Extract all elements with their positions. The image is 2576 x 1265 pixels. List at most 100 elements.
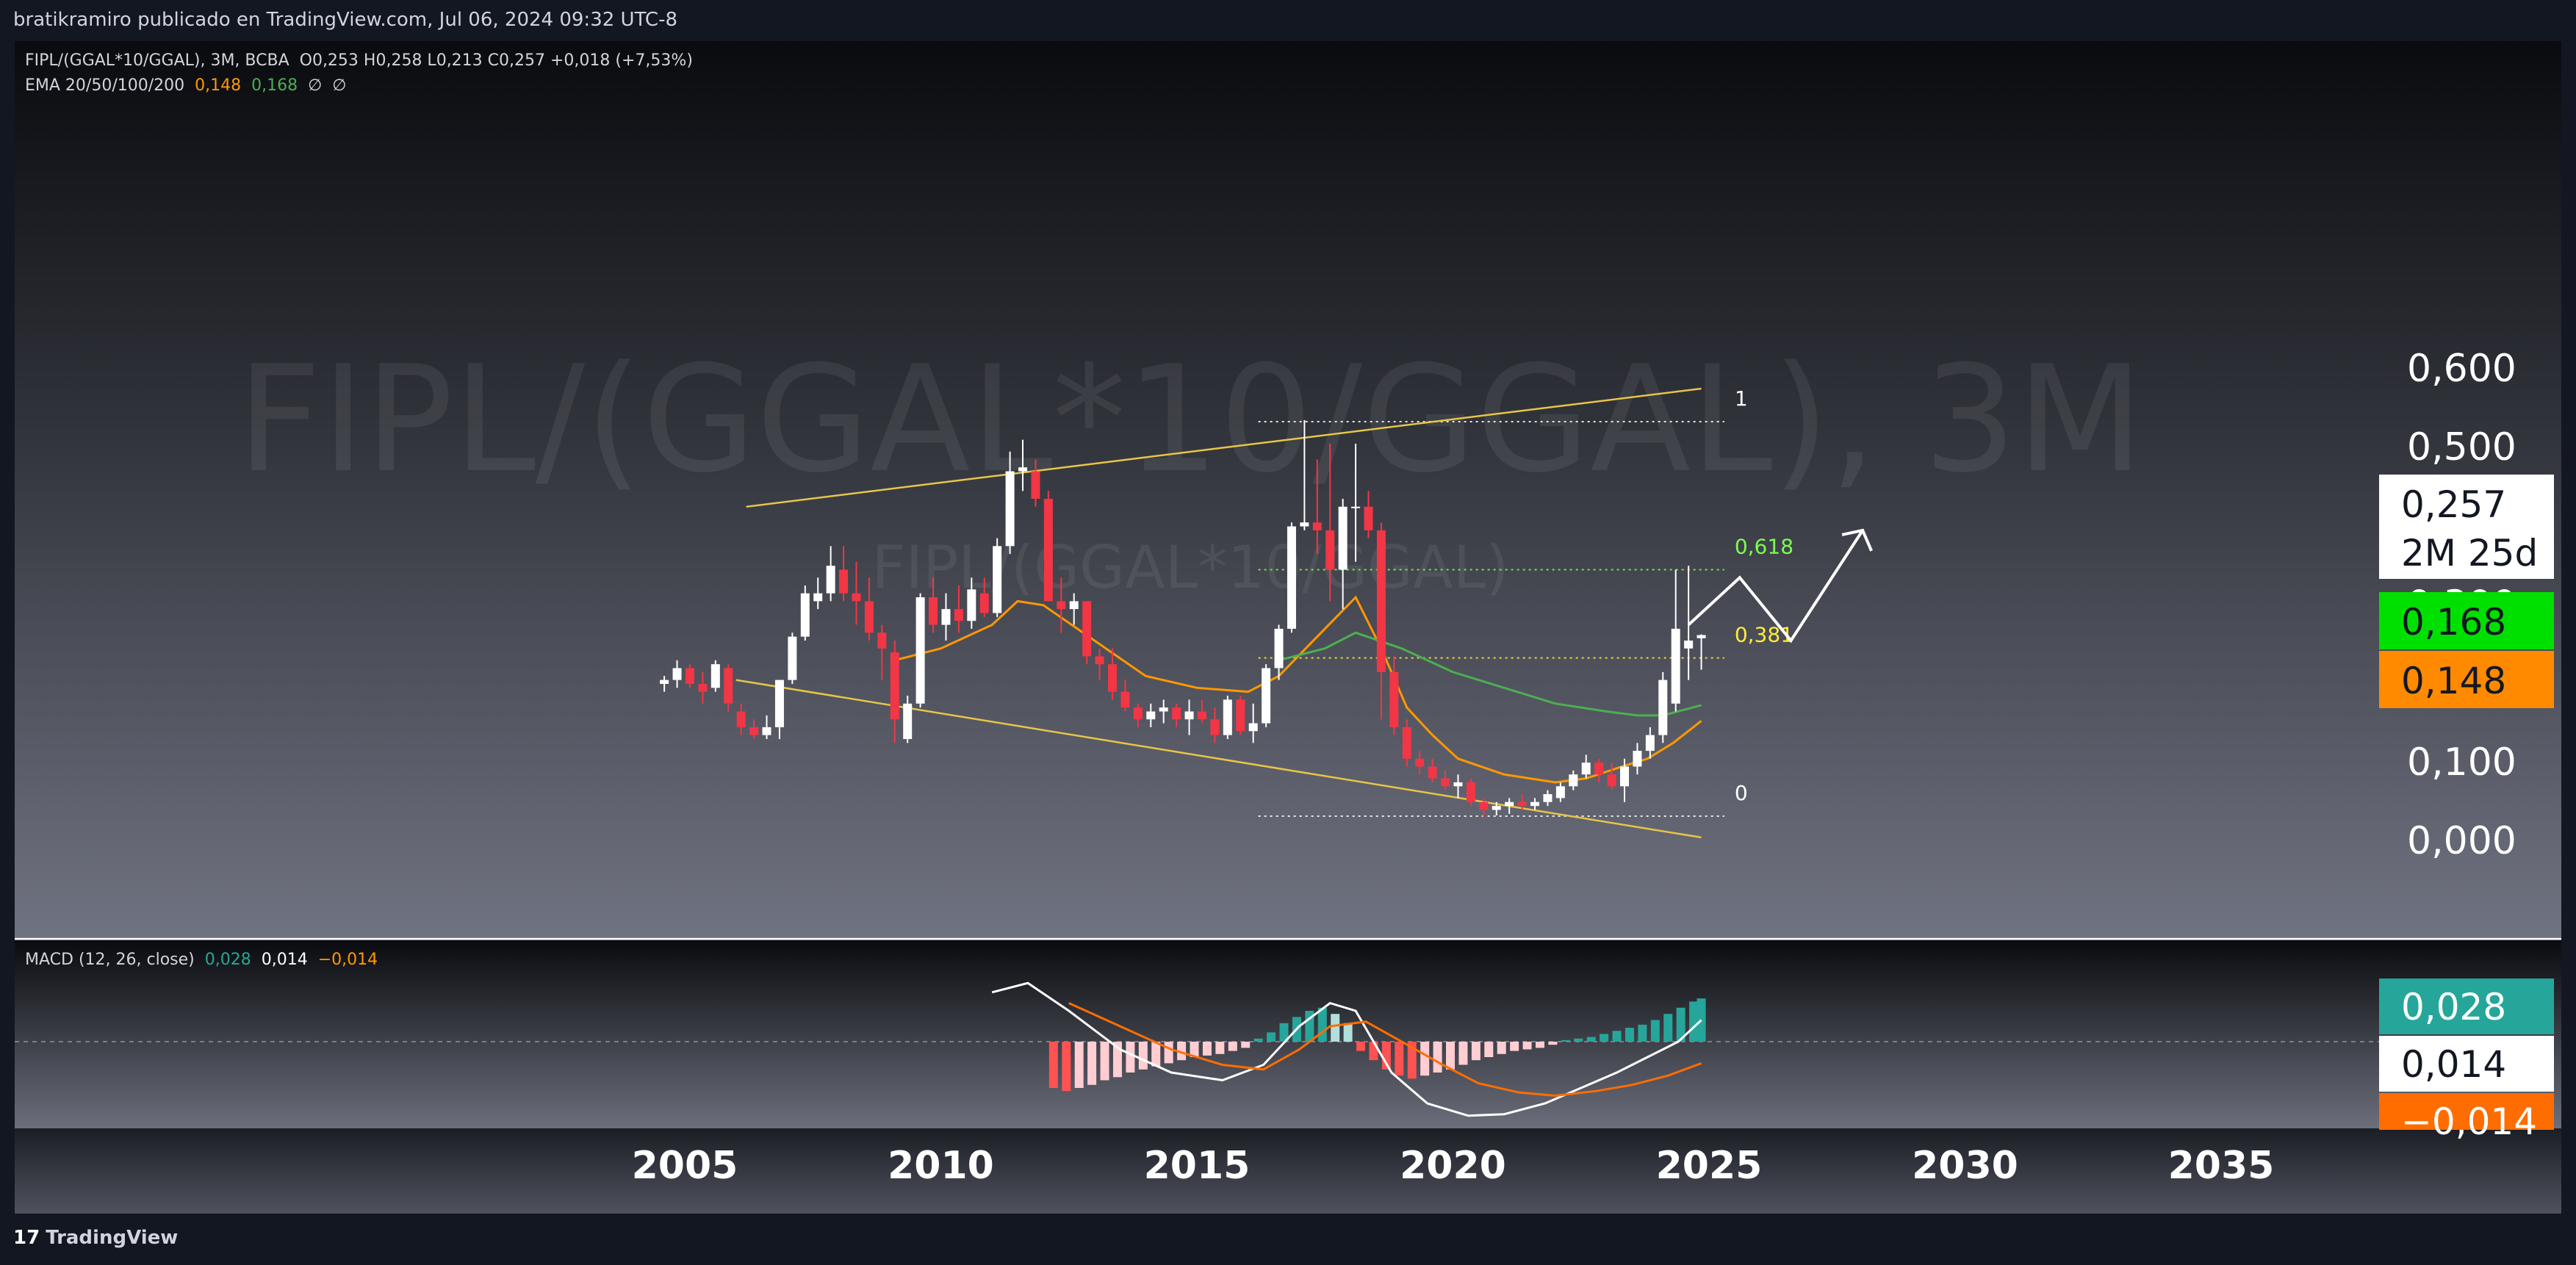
candle-body [685, 668, 694, 684]
macd-histogram-bar [1471, 1042, 1481, 1061]
candle-body [903, 703, 913, 739]
macd-histogram-bar [1317, 1007, 1327, 1042]
macd-histogram-bar [1625, 1028, 1634, 1042]
macd-histogram-bar [1331, 1014, 1340, 1042]
candle-body [1248, 723, 1258, 732]
candle-body [724, 668, 733, 704]
candle-body [1274, 628, 1284, 668]
candle-body [929, 597, 938, 625]
macd-histogram-bar [1395, 1042, 1404, 1076]
candle-body [1095, 656, 1104, 665]
macd-histogram-bar [1574, 1038, 1583, 1042]
candle-body [800, 593, 810, 637]
x-axis-tick-label: 2005 [632, 1144, 738, 1188]
ema-legend[interactable]: EMA 20/50/100/200 0,148 0,168 ∅ ∅ [25, 76, 346, 95]
y-axis-tick-label: 0,600 [2407, 347, 2516, 391]
x-axis-tick-label: 2015 [1144, 1144, 1251, 1188]
candle-body [1492, 806, 1501, 810]
macd-hist-value: 0,028 [204, 951, 251, 969]
ema-label: EMA 20/50/100/200 [25, 76, 185, 95]
candle-body [1453, 782, 1463, 787]
candle-body [1287, 526, 1296, 629]
macd-histogram-bar [1535, 1042, 1544, 1048]
candle-body [1082, 601, 1092, 657]
candle-body [1351, 506, 1361, 508]
candle-body [1312, 522, 1322, 530]
macd-histogram-bar [1126, 1042, 1135, 1073]
macd-histogram-bar [1356, 1042, 1366, 1051]
macd-histogram-bar [1253, 1038, 1263, 1042]
macd-histogram-bar [1164, 1042, 1173, 1064]
ema-value-200: ∅ [332, 76, 347, 95]
macd-signal-value: −0,014 [317, 951, 378, 969]
candle-body [788, 636, 797, 680]
candle-body [672, 668, 682, 680]
candle-body [1338, 506, 1348, 570]
chart-canvas[interactable]: FIPL/(GGAL*10/GGAL), 3M FIPL/(GGAL*10/GG… [0, 0, 2576, 1265]
candle-body [826, 566, 835, 594]
tradingview-logo[interactable]: 17 TradingView [13, 1227, 178, 1249]
candle-body [660, 680, 669, 684]
candle-body [1325, 530, 1335, 570]
candle-body [1607, 774, 1616, 787]
candle-body [1697, 635, 1706, 638]
candle-body [1530, 801, 1540, 807]
candle-body [698, 683, 708, 692]
candle-body [1505, 801, 1514, 807]
candle-body [1120, 691, 1130, 708]
macd-histogram-bar [1074, 1042, 1084, 1088]
symbol-title: FIPL/(GGAL*10/GGAL), 3M, BCBA [25, 51, 289, 70]
symbol-legend[interactable]: FIPL/(GGAL*10/GGAL), 3M, BCBA O0,253 H0,… [25, 51, 693, 70]
candle-body [967, 589, 976, 621]
tradingview-mark-icon: 17 [13, 1227, 40, 1249]
x-axis-tick-label: 2020 [1400, 1144, 1506, 1188]
macd-histogram-bar [1433, 1042, 1442, 1073]
candle-body [813, 593, 823, 602]
candle-body [864, 601, 874, 633]
candle-body [1619, 766, 1629, 787]
candle-body [954, 609, 963, 621]
candle-body [1441, 778, 1450, 787]
candle-body [941, 609, 951, 625]
macd-histogram-bar [1612, 1031, 1622, 1042]
macd-histogram-bar [1100, 1042, 1109, 1081]
candle-body [1364, 506, 1373, 530]
candle-body [993, 546, 1002, 613]
macd-histogram-bar [1663, 1014, 1673, 1042]
x-axis-tick-label: 2035 [2168, 1144, 2275, 1188]
macd-histogram-bar [1458, 1042, 1468, 1065]
macd-histogram-bar [1420, 1042, 1430, 1076]
macd-line-value: 0,014 [261, 951, 308, 969]
macd-histogram-bar [1228, 1042, 1237, 1051]
candle-body [1107, 664, 1117, 692]
macd-histogram-bar [1138, 1042, 1148, 1070]
countdown-label-text: 2M 25d [2401, 532, 2538, 574]
y-axis-tick-label: 0,000 [2407, 819, 2516, 863]
y-axis-tick-label: 0,500 [2407, 425, 2516, 469]
candle-body [1479, 801, 1489, 810]
macd-histogram-bar [1202, 1042, 1212, 1056]
candle-body [1018, 467, 1028, 472]
candle-body [1684, 641, 1694, 649]
ema-value-100: ∅ [308, 76, 323, 95]
candle-body [1569, 774, 1578, 787]
macd-histogram-bar [1484, 1042, 1494, 1057]
candle-body [749, 727, 759, 735]
macd-legend[interactable]: MACD (12, 26, close) 0,028 0,014 −0,014 [25, 951, 378, 969]
macd-histogram-bar [1510, 1042, 1519, 1051]
macd-histogram-bar [1650, 1020, 1660, 1042]
candle-body [877, 632, 887, 649]
candle-body [1594, 763, 1604, 775]
candle-body [1658, 680, 1668, 735]
y-axis-tick-label: 0,100 [2407, 740, 2516, 785]
candle-body [1236, 699, 1245, 732]
candle-body [1069, 601, 1079, 610]
macd-histogram-bar [1600, 1034, 1609, 1042]
candle-body [1184, 711, 1194, 720]
x-axis-tick-label: 2030 [1912, 1144, 2018, 1188]
price-label-text: 0,168 [2401, 601, 2506, 644]
macd-histogram-bar [1048, 1042, 1058, 1088]
candle-body [1133, 707, 1143, 720]
candle-body [736, 711, 746, 727]
macd-histogram-bar [1548, 1042, 1558, 1045]
